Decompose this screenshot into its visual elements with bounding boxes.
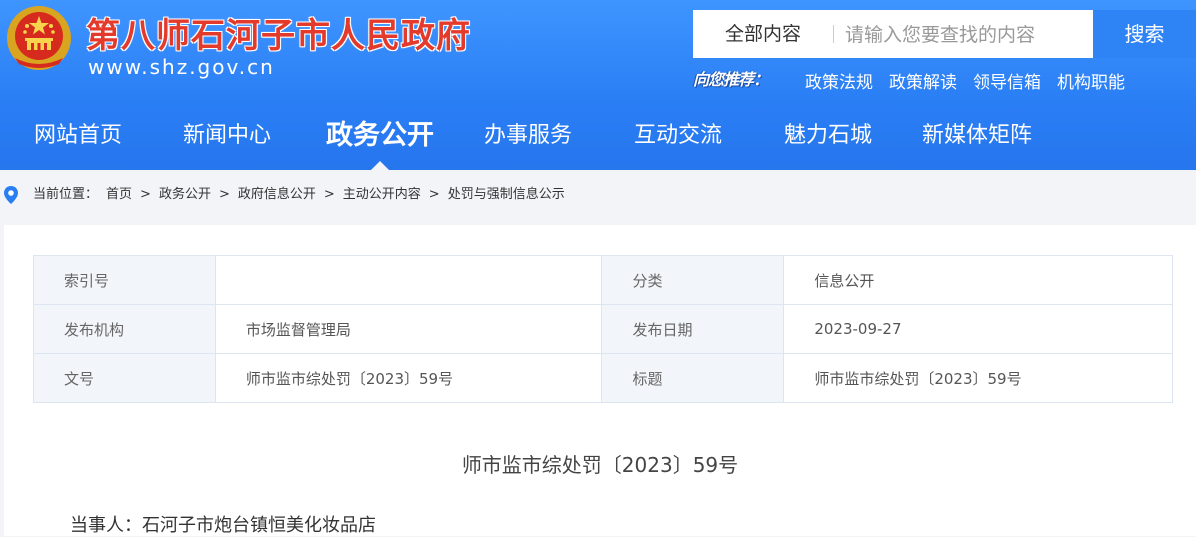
meta-value-title: 师市监市综处罚〔2023〕59号 — [783, 353, 1173, 403]
breadcrumb-label: 当前位置： — [33, 187, 99, 202]
breadcrumb-government-affairs[interactable]: 政务公开 — [159, 180, 211, 210]
site-header: 第八师石河子市人民政府 www.shz.gov.cn 全部内容 搜索 向您推荐：… — [0, 0, 1196, 170]
breadcrumb-home[interactable]: 首页 — [106, 180, 132, 210]
meta-label-doc-number: 文号 — [33, 353, 216, 403]
search-input[interactable] — [843, 10, 1087, 60]
breadcrumb-penalty-info[interactable]: 处罚与强制信息公示 — [448, 180, 565, 210]
nav-item-charm-city[interactable]: 魅力石城 — [784, 108, 872, 170]
nav-item-government-affairs[interactable]: 政务公开 — [326, 108, 434, 170]
nav-item-home[interactable]: 网站首页 — [34, 108, 122, 170]
breadcrumb-separator: > — [428, 187, 440, 202]
table-row: 索引号 分类 信息公开 — [33, 255, 1173, 305]
quick-link-policy-interpretation[interactable]: 政策解读 — [889, 68, 957, 93]
nav-item-interaction[interactable]: 互动交流 — [634, 108, 722, 170]
nav-item-new-media[interactable]: 新媒体矩阵 — [922, 108, 1032, 170]
national-emblem-icon — [7, 6, 71, 70]
meta-value-category: 信息公开 — [783, 255, 1173, 305]
meta-label-title: 标题 — [601, 353, 785, 403]
site-name[interactable]: 第八师石河子市人民政府 — [86, 8, 471, 57]
quick-link-policy-regulations[interactable]: 政策法规 — [805, 68, 873, 93]
meta-value-publisher: 市场监督管理局 — [214, 304, 603, 354]
quick-link-org-functions[interactable]: 机构职能 — [1057, 68, 1125, 93]
breadcrumb-separator: > — [218, 187, 230, 202]
content-panel: 索引号 分类 信息公开 发布机构 市场监督管理局 发布日期 2023-09-27… — [4, 225, 1196, 536]
document-party: 当事人：石河子市炮台镇恒美化妆品店 — [70, 515, 376, 536]
breadcrumb-active-disclosure[interactable]: 主动公开内容 — [343, 180, 421, 210]
table-row: 文号 师市监市综处罚〔2023〕59号 标题 师市监市综处罚〔2023〕59号 — [33, 353, 1173, 403]
breadcrumb-separator: > — [323, 187, 335, 202]
meta-label-publish-date: 发布日期 — [601, 304, 785, 354]
nav-item-services[interactable]: 办事服务 — [484, 108, 572, 170]
nav-item-news[interactable]: 新闻中心 — [183, 108, 271, 170]
meta-label-index: 索引号 — [33, 255, 216, 305]
location-pin-icon — [4, 186, 18, 204]
document-title: 师市监市综处罚〔2023〕59号 — [461, 453, 739, 477]
search-button[interactable]: 搜索 — [1093, 10, 1196, 58]
search-scope-select[interactable]: 全部内容 — [693, 10, 833, 58]
main-nav: 网站首页 新闻中心 政务公开 办事服务 互动交流 魅力石城 新媒体矩阵 — [0, 108, 1196, 170]
search-bar: 全部内容 搜索 — [693, 10, 1196, 60]
meta-value-doc-number: 师市监市综处罚〔2023〕59号 — [214, 353, 603, 403]
document-meta-table: 索引号 分类 信息公开 发布机构 市场监督管理局 发布日期 2023-09-27… — [33, 255, 1173, 403]
quick-links: 政策法规 政策解读 领导信箱 机构职能 — [805, 68, 1125, 93]
breadcrumb-separator: > — [140, 187, 151, 202]
breadcrumb-gov-info[interactable]: 政府信息公开 — [238, 180, 316, 210]
quick-link-leader-mailbox[interactable]: 领导信箱 — [973, 68, 1041, 93]
site-url: www.shz.gov.cn — [88, 55, 275, 79]
table-row: 发布机构 市场监督管理局 发布日期 2023-09-27 — [33, 304, 1173, 354]
meta-label-category: 分类 — [601, 255, 785, 305]
recommend-label: 向您推荐： — [693, 70, 769, 89]
meta-value-publish-date: 2023-09-27 — [783, 304, 1173, 354]
meta-value-index — [214, 255, 603, 305]
meta-label-publisher: 发布机构 — [33, 304, 216, 354]
search-divider — [833, 25, 834, 43]
